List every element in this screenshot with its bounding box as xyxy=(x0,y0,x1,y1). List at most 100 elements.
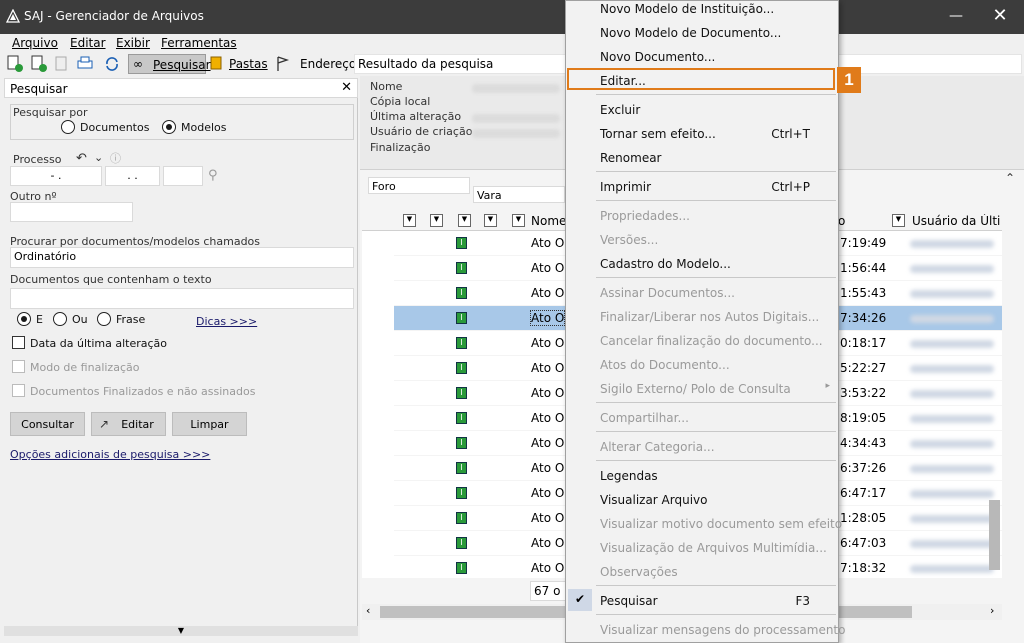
foro-filter[interactable]: Foro xyxy=(368,177,470,194)
address-pin-icon xyxy=(277,56,290,71)
menu-item[interactable]: Visualizar Arquivo xyxy=(600,493,708,507)
menu-item[interactable]: Novo Modelo de Documento... xyxy=(600,26,781,40)
new-model-icon[interactable] xyxy=(30,55,48,73)
row-name: Ato O xyxy=(531,536,565,550)
process-year-field[interactable]: . . xyxy=(105,166,160,186)
row-user xyxy=(910,365,994,373)
col-user-header[interactable]: Usuário da Última xyxy=(912,214,1000,228)
chevron-down-icon[interactable]: ⌄ xyxy=(94,151,103,164)
process-number-field[interactable]: - . xyxy=(10,166,102,186)
radio-phrase[interactable] xyxy=(97,312,111,326)
text-field[interactable] xyxy=(10,288,354,309)
consult-button[interactable]: Consultar xyxy=(10,412,85,436)
prop-final-label: Finalização xyxy=(370,141,431,154)
grid-vscroll-thumb[interactable] xyxy=(989,500,1000,570)
document-icon: I xyxy=(456,262,467,274)
menu-item[interactable]: Pesquisar xyxy=(600,594,658,608)
address-label: Endereço xyxy=(300,57,357,71)
menu-exibir[interactable]: Exibir xyxy=(116,36,150,50)
document-icon: I xyxy=(456,412,467,424)
search-button[interactable]: ∞ Pesquisar xyxy=(128,54,211,74)
menu-item[interactable]: Tornar sem efeito... xyxy=(600,127,716,141)
menu-item[interactable]: Sigilo Externo/ Polo de Consulta xyxy=(600,382,791,396)
new-doc-icon[interactable] xyxy=(6,55,24,73)
print-icon[interactable] xyxy=(76,55,94,73)
menu-item[interactable]: Alterar Categoria... xyxy=(600,440,715,454)
folders-button[interactable]: Pastas xyxy=(210,54,270,74)
foro-label: Foro xyxy=(372,180,396,193)
tips-link[interactable]: Dicas >>> xyxy=(196,315,257,328)
radio-documents[interactable] xyxy=(61,120,75,134)
menu-item[interactable]: Visualização de Arquivos Multimídia... xyxy=(600,541,827,555)
menu-item[interactable]: Imprimir xyxy=(600,180,651,194)
radio-or[interactable] xyxy=(53,312,67,326)
finalization-mode-checkbox[interactable] xyxy=(12,360,25,373)
col-name-header[interactable]: Nome xyxy=(531,214,566,228)
vara-filter[interactable]: Vara xyxy=(473,186,565,203)
undo-icon[interactable]: ↶ xyxy=(76,151,87,166)
close-pane-icon[interactable]: ✕ xyxy=(341,80,352,95)
col-filter-icon[interactable]: ▼ xyxy=(458,214,471,227)
check-icon: ✔ xyxy=(568,589,592,611)
menu-item[interactable]: Excluir xyxy=(600,103,640,117)
close-icon[interactable]: ✕ xyxy=(990,5,1010,26)
row-user xyxy=(910,415,994,423)
menu-ferramentas[interactable]: Ferramentas xyxy=(161,36,237,50)
row-user xyxy=(910,540,994,548)
search-icon[interactable]: ⚲ xyxy=(208,168,218,183)
menu-item[interactable]: Visualizar motivo documento sem efeito xyxy=(600,517,842,531)
row-time: 6:47:03 xyxy=(840,536,887,550)
more-options-link[interactable]: Opções adicionais de pesquisa >>> xyxy=(10,448,210,461)
row-time: 5:22:27 xyxy=(840,361,887,375)
col-time-header[interactable]: o xyxy=(838,214,845,228)
minimize-icon[interactable]: — xyxy=(946,8,966,26)
clear-button[interactable]: Limpar xyxy=(172,412,247,436)
names-field[interactable]: Ordinatório xyxy=(10,247,354,268)
pane-scroll-down-icon[interactable]: ▼ xyxy=(4,626,358,636)
finished-docs-checkbox[interactable] xyxy=(12,384,25,397)
scroll-up-icon[interactable]: ⌃ xyxy=(1005,171,1015,185)
menu-item[interactable]: Novo Modelo de Instituição... xyxy=(600,2,774,16)
menu-item[interactable]: Renomear xyxy=(600,151,662,165)
menu-separator xyxy=(596,277,836,278)
row-time: 8:19:05 xyxy=(840,411,887,425)
menu-arquivo[interactable]: Arquivo xyxy=(12,36,58,50)
last-change-checkbox[interactable] xyxy=(12,336,25,349)
scroll-left-icon[interactable]: ‹ xyxy=(366,604,370,617)
menu-item[interactable]: Compartilhar... xyxy=(600,411,689,425)
document-icon: I xyxy=(456,362,467,374)
highlight-box xyxy=(567,68,835,90)
menu-bar: Arquivo Editar Exibir Ferramentas xyxy=(0,34,1024,52)
col-filter-icon[interactable]: ▼ xyxy=(403,214,416,227)
scroll-right-icon[interactable]: › xyxy=(990,604,994,617)
radio-models[interactable] xyxy=(162,120,176,134)
menu-item[interactable]: Propriedades... xyxy=(600,209,690,223)
menu-item[interactable]: Finalizar/Liberar nos Autos Digitais... xyxy=(600,310,819,324)
menu-editar[interactable]: Editar xyxy=(70,36,106,50)
row-name: Ato O xyxy=(531,436,565,450)
other-number-field[interactable] xyxy=(10,202,133,222)
menu-item[interactable]: Visualizar mensagens do processamento xyxy=(600,623,845,637)
row-user xyxy=(910,265,994,273)
menu-item[interactable]: Assinar Documentos... xyxy=(600,286,735,300)
menu-item[interactable]: Cancelar finalização do documento... xyxy=(600,334,823,348)
col-filter-icon[interactable]: ▼ xyxy=(430,214,443,227)
col-filter-icon[interactable]: ▼ xyxy=(892,214,905,227)
menu-item[interactable]: Atos do Documento... xyxy=(600,358,730,372)
process-code-field[interactable] xyxy=(163,166,203,186)
menu-item[interactable]: Novo Documento... xyxy=(600,50,715,64)
pointer-cursor-icon: ↗ xyxy=(99,417,110,431)
menu-shortcut: Ctrl+P xyxy=(771,180,810,194)
radio-and[interactable] xyxy=(17,312,31,326)
menu-item[interactable]: Legendas xyxy=(600,469,658,483)
col-filter-icon[interactable]: ▼ xyxy=(484,214,497,227)
menu-item[interactable]: Versões... xyxy=(600,233,658,247)
refresh-icon[interactable] xyxy=(103,55,121,73)
menu-separator xyxy=(596,614,836,615)
menu-item[interactable]: Cadastro do Modelo... xyxy=(600,257,731,271)
menu-item[interactable]: Observações xyxy=(600,565,678,579)
finalization-mode-label: Modo de finalização xyxy=(30,361,140,374)
attach-icon[interactable] xyxy=(53,55,71,73)
info-icon[interactable]: ⓘ xyxy=(110,150,121,166)
col-filter-icon[interactable]: ▼ xyxy=(512,214,525,227)
